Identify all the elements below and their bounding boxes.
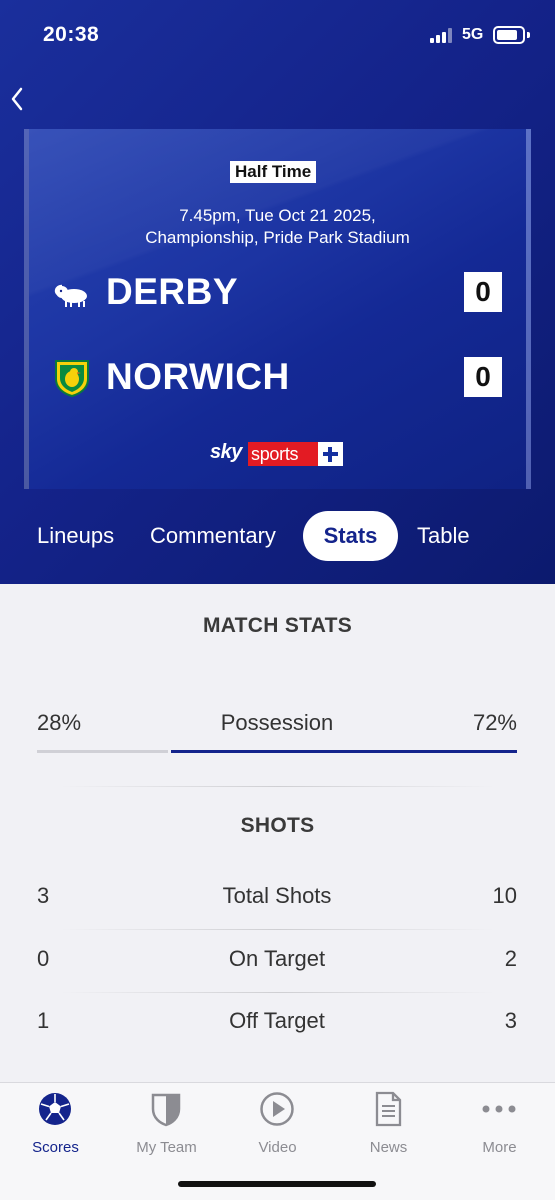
possession-label: Possession — [220, 710, 334, 735]
stat-away-value: 3 — [504, 1008, 517, 1033]
football-icon — [37, 1091, 73, 1127]
tab-table[interactable]: Table — [417, 511, 470, 561]
tab-bar-label: More — [482, 1139, 517, 1156]
stat-label: Total Shots — [222, 883, 332, 908]
home-team-name: DERBY — [106, 271, 239, 312]
away-team-score: 0 — [464, 357, 502, 397]
stat-label: On Target — [228, 946, 326, 971]
possession-away-bar — [171, 750, 517, 753]
away-team-row[interactable]: NORWICH 0 — [52, 355, 502, 401]
tab-lineups[interactable]: Lineups — [37, 511, 114, 561]
possession-away: 72% — [472, 710, 517, 735]
home-team-row[interactable]: DERBY 0 — [52, 270, 502, 316]
back-chevron-icon[interactable] — [6, 84, 30, 114]
more-icon — [481, 1091, 517, 1127]
battery-icon — [493, 26, 525, 44]
tab-bar-more[interactable]: More — [444, 1091, 555, 1161]
tab-bar-label: Video — [258, 1139, 297, 1156]
tab-bar-label: News — [369, 1139, 408, 1156]
tab-bar-label: Scores — [32, 1139, 79, 1156]
sky-wordmark: sky — [210, 441, 242, 463]
shield-icon — [148, 1091, 184, 1127]
home-indicator — [178, 1181, 376, 1187]
tab-commentary[interactable]: Commentary — [150, 511, 276, 561]
tab-bar-scores[interactable]: Scores — [0, 1091, 111, 1161]
tab-bar-video[interactable]: Video — [222, 1091, 333, 1161]
status-bar: 20:38 5G — [0, 0, 555, 70]
stat-label: Off Target — [229, 1008, 325, 1033]
match-tabs: Lineups Commentary Stats Table — [0, 511, 555, 561]
match-header: 20:38 5G Half Time 7.45pm, Tue Oct 21 20… — [0, 0, 555, 584]
stat-row-off-target: 1 Off Target 3 — [37, 1008, 517, 1038]
section-divider — [60, 786, 495, 787]
tab-bar-news[interactable]: News — [333, 1091, 444, 1161]
row-divider — [60, 992, 495, 993]
play-icon — [259, 1091, 295, 1127]
possession-home-bar — [37, 750, 168, 753]
match-stats-title: MATCH STATS — [202, 614, 353, 637]
stat-away-value: 10 — [492, 883, 517, 908]
plus-icon — [318, 442, 343, 466]
document-icon — [370, 1091, 406, 1127]
row-divider — [60, 929, 495, 930]
canary-crest-icon — [52, 359, 92, 398]
ram-crest-icon — [52, 274, 92, 312]
signal-icon — [430, 27, 456, 43]
tab-stats[interactable]: Stats — [303, 511, 398, 561]
tab-bar-my-team[interactable]: My Team — [111, 1091, 222, 1161]
shots-title: SHOTS — [240, 814, 315, 837]
home-team-score: 0 — [464, 272, 502, 312]
status-badge: Half Time — [230, 161, 317, 183]
match-info: 7.45pm, Tue Oct 21 2025, Championship, P… — [60, 205, 495, 249]
status-time: 20:38 — [43, 23, 100, 46]
stat-away-value: 2 — [504, 946, 517, 971]
stat-row-on-target: 0 On Target 2 — [37, 946, 517, 976]
away-team-name: NORWICH — [106, 356, 290, 397]
match-datetime: 7.45pm, Tue Oct 21 2025, — [179, 206, 376, 225]
tab-bar-label: My Team — [136, 1139, 197, 1156]
match-venue: Championship, Pride Park Stadium — [145, 228, 410, 247]
battery-tip — [527, 32, 530, 38]
stat-row-total-shots: 3 Total Shots 10 — [37, 883, 517, 913]
network-type: 5G — [462, 26, 484, 43]
sports-wordmark: sports — [248, 442, 327, 466]
possession-row: 28% Possession 72% — [37, 710, 517, 740]
